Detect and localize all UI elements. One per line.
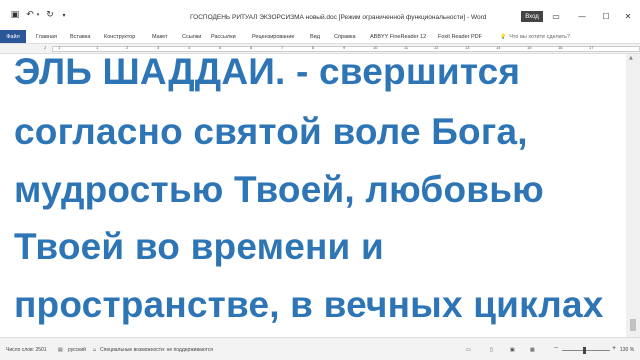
title-bar: ▣ ↶ ▾ ↻ ▾ ГОСПОДЕНЬ РИТУАЛ ЭКЗОРСИЗМА но… (0, 0, 640, 30)
ruler-number: 2 (126, 45, 129, 50)
document-line[interactable]: мудростью Твоей, любовью (14, 169, 544, 211)
web-layout-icon[interactable]: ▦ (530, 347, 535, 353)
ruler-number: 5 (219, 45, 222, 50)
tab-layout[interactable]: Макет (152, 30, 168, 43)
redo-icon[interactable]: ↻ (45, 11, 55, 20)
status-bar: Число слов: 2501 ▤ русский ☺ Специальные… (0, 337, 640, 360)
ruler-number: 14 (496, 45, 501, 50)
tell-me-placeholder: Что вы хотите сделать? (509, 33, 571, 40)
accessibility-icon[interactable]: ☺ (92, 347, 97, 353)
scroll-up-arrow-icon[interactable]: ▲ (629, 55, 633, 61)
zoom-in-button[interactable]: + (612, 345, 616, 352)
tab-abbyy-finereader[interactable]: ABBYY FineReader 12 (370, 30, 426, 43)
tab-file[interactable]: Файл (0, 30, 26, 43)
undo-icon[interactable]: ↶ (25, 11, 35, 20)
minimize-icon[interactable]: — (576, 11, 588, 21)
tab-view[interactable]: Вид (310, 30, 320, 43)
tell-me-search[interactable]: 💡 Что вы хотите сделать? (500, 30, 570, 43)
language[interactable]: русский (68, 347, 86, 353)
horizontal-ruler[interactable]: 2 1 1 2 3 4 5 6 7 8 9 10 11 12 13 14 15 … (0, 43, 640, 54)
ruler-number: 4 (188, 45, 191, 50)
tab-mailings[interactable]: Рассылки (211, 30, 236, 43)
ruler-number: 10 (373, 45, 378, 50)
proofing-icon[interactable]: ▤ (58, 347, 63, 353)
document-line[interactable]: Твоей во времени и (14, 226, 384, 268)
ruler-number: 17 (589, 45, 594, 50)
lightbulb-icon: 💡 (500, 33, 507, 40)
zoom-level[interactable]: 130 % (620, 347, 634, 353)
sign-in-button[interactable]: Вход (521, 11, 543, 22)
tab-home[interactable]: Главная (36, 30, 57, 43)
tab-review[interactable]: Рецензирование (252, 30, 294, 43)
ruler-number: 1 (96, 45, 99, 50)
accessibility-status[interactable]: Специальные возможности: не поддерживают… (100, 347, 213, 353)
tab-foxit-reader-pdf[interactable]: Foxit Reader PDF (438, 30, 482, 43)
vertical-scrollbar[interactable]: ▲ (626, 54, 640, 337)
ruler-number: 9 (343, 45, 346, 50)
document-line[interactable]: ЭЛЬ ШАДДАИ. - свершится (14, 54, 520, 93)
document-line[interactable]: пространстве, в вечных циклах (14, 284, 604, 326)
ruler-track (52, 46, 640, 52)
tab-references[interactable]: Ссылки (182, 30, 201, 43)
print-layout-icon[interactable]: ▣ (510, 347, 515, 353)
save-icon[interactable]: ▣ (10, 11, 20, 20)
document-page[interactable]: ЭЛЬ ШАДДАИ. - свершится согласно святой … (0, 54, 626, 337)
tab-insert[interactable]: Вставка (70, 30, 90, 43)
document-line[interactable]: согласно святой воле Бога, (14, 111, 528, 153)
ruler-number: 15 (527, 45, 532, 50)
focus-mode-icon[interactable]: ▭ (466, 347, 471, 353)
ruler-number: 16 (558, 45, 563, 50)
scrollbar-thumb[interactable] (630, 319, 636, 331)
ruler-number: 2 (44, 45, 47, 50)
ruler-number: 13 (465, 45, 470, 50)
tab-design[interactable]: Конструктор (104, 30, 135, 43)
undo-dropdown-icon[interactable]: ▾ (35, 11, 41, 20)
zoom-slider[interactable] (562, 350, 610, 351)
ruler-number: 7 (281, 45, 284, 50)
ruler-number: 1 (58, 45, 61, 50)
ruler-number: 11 (404, 45, 409, 50)
ribbon-display-options-icon[interactable]: ▭ (550, 11, 562, 21)
zoom-slider-thumb[interactable] (583, 347, 586, 354)
zoom-out-button[interactable]: − (554, 345, 558, 352)
tab-help[interactable]: Справка (334, 30, 356, 43)
close-icon[interactable]: ✕ (622, 11, 634, 21)
customize-quick-access-icon[interactable]: ▾ (60, 11, 68, 20)
ruler-number: 3 (157, 45, 160, 50)
ruler-number: 12 (434, 45, 439, 50)
read-mode-icon[interactable]: ▯ (490, 347, 493, 353)
word-count[interactable]: Число слов: 2501 (6, 347, 47, 353)
maximize-icon[interactable]: ☐ (600, 11, 612, 21)
ruler-number: 6 (250, 45, 253, 50)
ribbon-tab-bar: Файл Главная Вставка Конструктор Макет С… (0, 30, 640, 43)
ruler-number: 8 (312, 45, 315, 50)
window-title: ГОСПОДЕНЬ РИТУАЛ ЭКЗОРСИЗМА новый.doc [Р… (190, 14, 487, 21)
